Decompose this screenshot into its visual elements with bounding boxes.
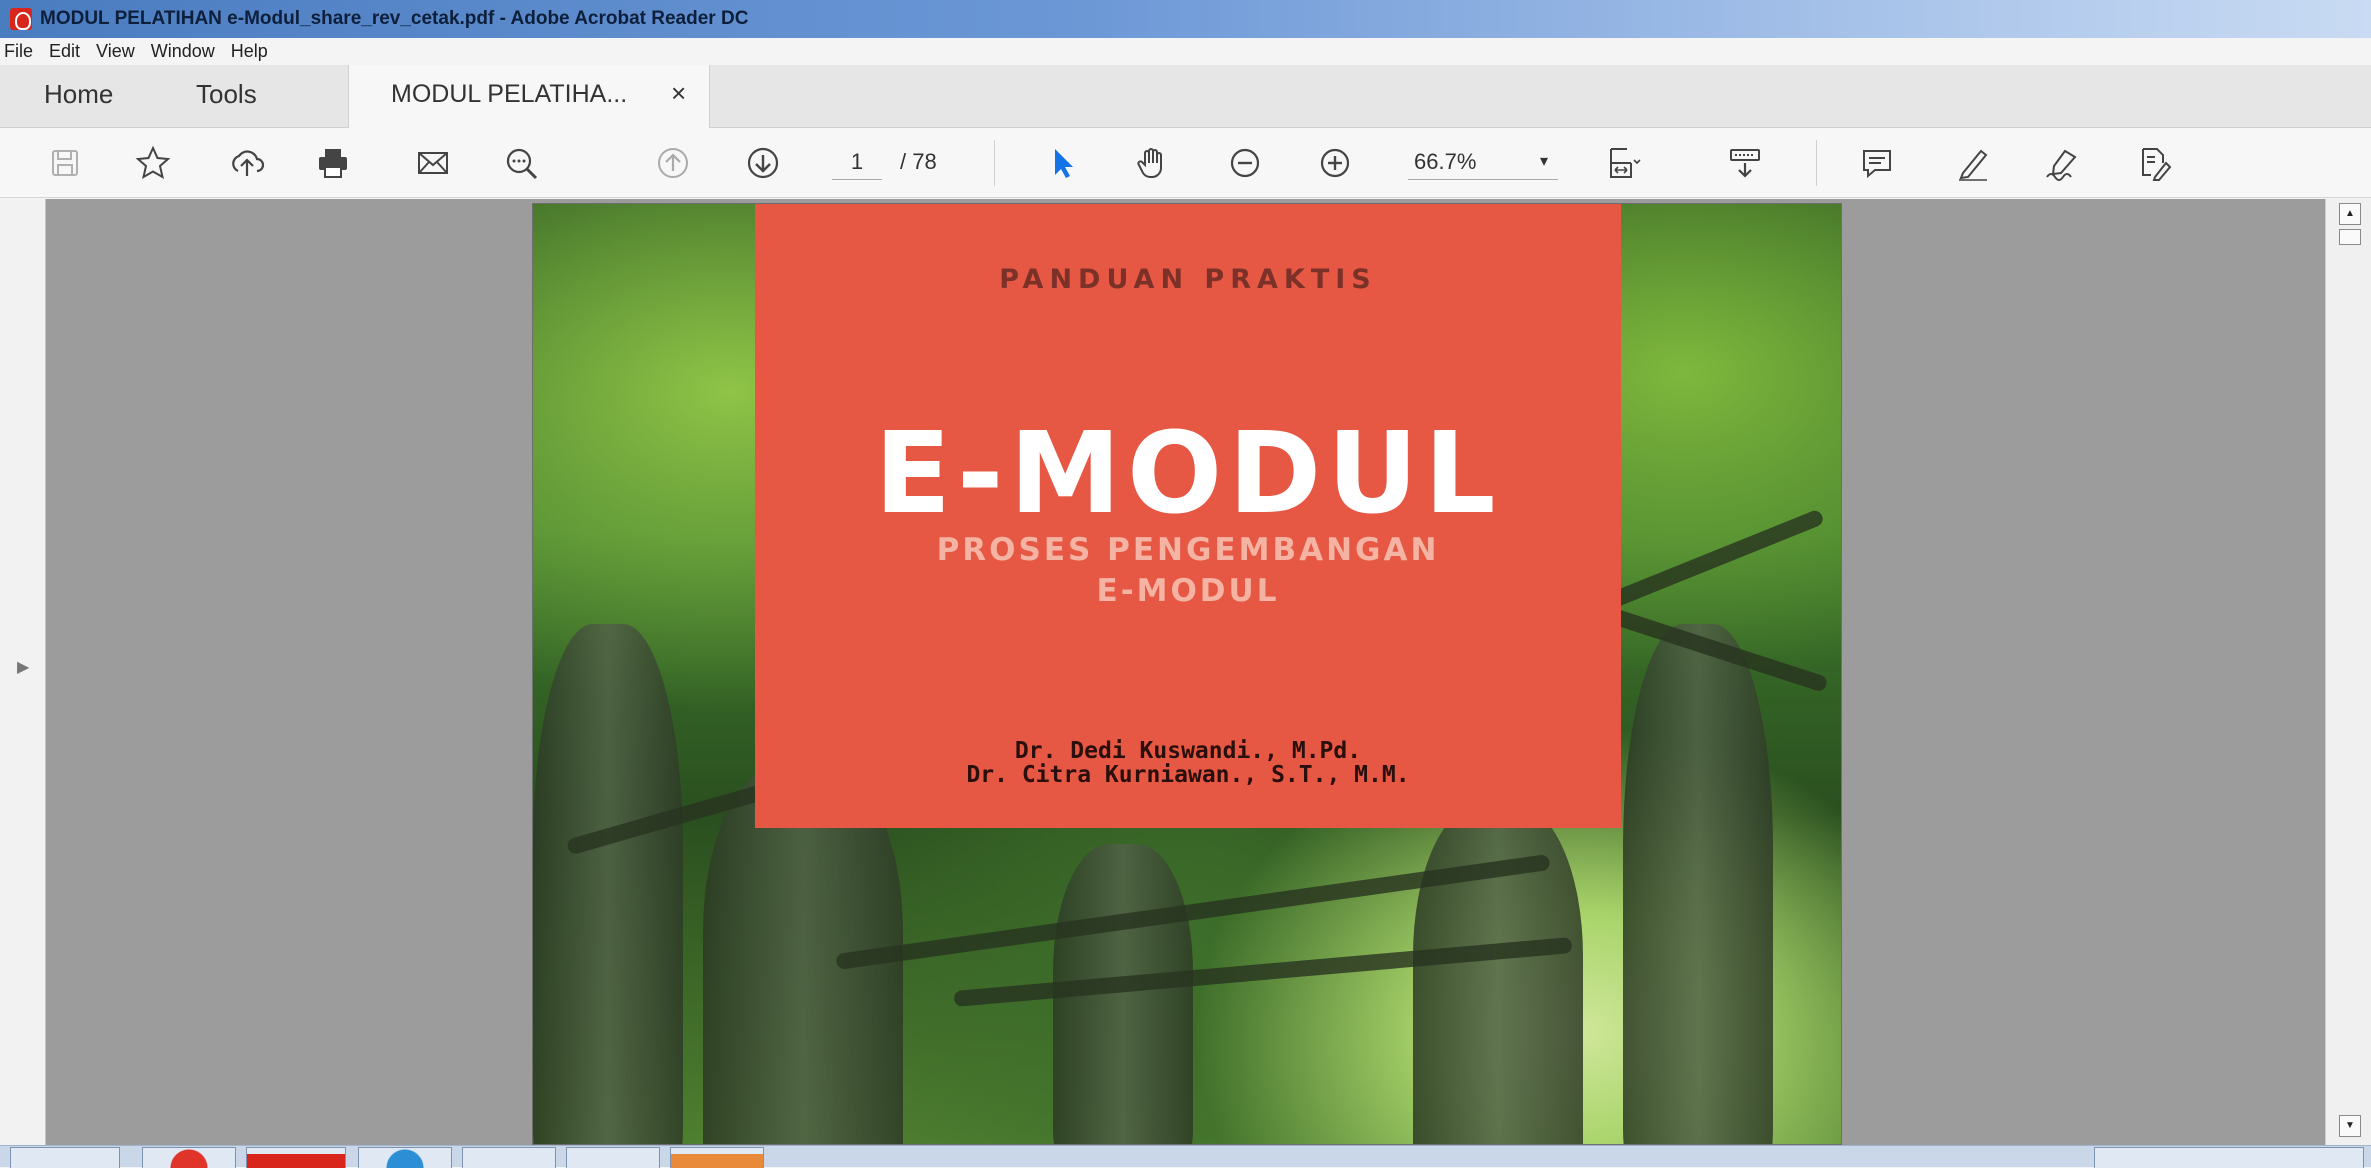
document-viewer[interactable]: ▶ PANDUAN PRAKTIS E-MODUL PROSES PENGEMB… bbox=[0, 199, 2371, 1145]
toolbar-separator bbox=[1816, 140, 1817, 186]
menu-help[interactable]: Help bbox=[231, 41, 268, 62]
tab-document[interactable]: MODUL PELATIHA... × bbox=[348, 65, 710, 128]
taskbar-item[interactable] bbox=[462, 1147, 556, 1168]
menu-view[interactable]: View bbox=[96, 41, 135, 62]
menu-window[interactable]: Window bbox=[151, 41, 215, 62]
menu-edit[interactable]: Edit bbox=[49, 41, 80, 62]
highlight-icon[interactable] bbox=[1950, 140, 1996, 186]
menu-file[interactable]: File bbox=[4, 41, 33, 62]
more-tools-icon[interactable] bbox=[2130, 140, 2176, 186]
taskbar-item[interactable] bbox=[142, 1147, 236, 1168]
taskbar-item[interactable] bbox=[566, 1147, 660, 1168]
tab-home[interactable]: Home bbox=[44, 79, 113, 110]
acrobat-app-icon bbox=[10, 8, 32, 30]
upload-cloud-icon[interactable] bbox=[224, 140, 270, 186]
cover-author-2: Dr. Citra Kurniawan., S.T., M.M. bbox=[966, 762, 1410, 788]
select-cursor-icon[interactable] bbox=[1040, 140, 1086, 186]
page-total: / 78 bbox=[900, 149, 937, 174]
comment-icon[interactable] bbox=[1854, 140, 1900, 186]
taskbar bbox=[0, 1145, 2371, 1168]
email-icon[interactable] bbox=[410, 140, 456, 186]
tree-trunk bbox=[1413, 804, 1583, 1144]
toolbar: 1 / 78 66.7% ▾ bbox=[0, 128, 2371, 198]
taskbar-item[interactable] bbox=[246, 1147, 346, 1168]
cover-title-panel: PANDUAN PRAKTIS E-MODUL PROSES PENGEMBAN… bbox=[755, 204, 1621, 828]
pdf-page: PANDUAN PRAKTIS E-MODUL PROSES PENGEMBAN… bbox=[532, 203, 1842, 1145]
cover-subtitle: PROSES PENGEMBANGAN E-MODUL bbox=[755, 530, 1621, 612]
taskbar-item[interactable] bbox=[358, 1147, 452, 1168]
fit-page-icon[interactable] bbox=[1600, 140, 1646, 186]
sign-icon[interactable] bbox=[2040, 140, 2086, 186]
print-icon[interactable] bbox=[310, 140, 356, 186]
taskbar-item[interactable] bbox=[10, 1147, 120, 1168]
hand-icon[interactable] bbox=[1130, 140, 1176, 186]
vertical-scrollbar[interactable]: ▲ ▼ bbox=[2325, 199, 2371, 1145]
cover-subtitle-line2: E-MODUL bbox=[1096, 573, 1280, 609]
taskbar-item[interactable] bbox=[2094, 1147, 2364, 1168]
window-title: MODUL PELATIHAN e-Modul_share_rev_cetak.… bbox=[40, 8, 749, 29]
taskbar-item[interactable] bbox=[670, 1147, 764, 1168]
tab-close-icon[interactable]: × bbox=[671, 78, 686, 109]
zoom-in-icon[interactable] bbox=[1312, 140, 1358, 186]
tree-trunk bbox=[533, 624, 683, 1144]
tree-trunk bbox=[1623, 624, 1773, 1144]
expand-arrow-icon: ▶ bbox=[17, 659, 30, 676]
cover-kicker: PANDUAN PRAKTIS bbox=[999, 264, 1377, 295]
cover-authors: Dr. Dedi Kuswandi., M.Pd. Dr. Citra Kurn… bbox=[755, 739, 1621, 787]
next-page-icon[interactable] bbox=[740, 140, 786, 186]
scroll-mode-icon[interactable] bbox=[1722, 140, 1768, 186]
navigation-pane-toggle[interactable]: ▶ bbox=[0, 199, 46, 1145]
zoom-select[interactable]: 66.7% ▾ bbox=[1408, 144, 1558, 180]
tab-document-label: MODUL PELATIHA... bbox=[391, 80, 628, 108]
save-icon[interactable] bbox=[42, 140, 88, 186]
tab-bar: Home Tools MODUL PELATIHA... × bbox=[0, 65, 2371, 128]
zoom-value: 66.7% bbox=[1414, 149, 1477, 174]
cover-author-1: Dr. Dedi Kuswandi., M.Pd. bbox=[1014, 738, 1362, 764]
scroll-down-icon[interactable]: ▼ bbox=[2339, 1115, 2361, 1137]
window-titlebar: MODUL PELATIHAN e-Modul_share_rev_cetak.… bbox=[0, 0, 2371, 38]
chevron-down-icon: ▾ bbox=[1539, 153, 1548, 170]
toolbar-separator bbox=[994, 140, 995, 186]
tab-tools[interactable]: Tools bbox=[196, 79, 257, 110]
zoom-out-icon[interactable] bbox=[1222, 140, 1268, 186]
page-number-input[interactable]: 1 bbox=[832, 144, 882, 180]
menu-bar: File Edit View Window Help bbox=[0, 38, 2371, 65]
scrollbar-thumb[interactable] bbox=[2339, 229, 2361, 245]
find-zoom-icon[interactable] bbox=[498, 140, 544, 186]
scroll-up-icon[interactable]: ▲ bbox=[2339, 203, 2361, 225]
bookmark-star-icon[interactable] bbox=[130, 140, 176, 186]
cover-title: E-MODUL bbox=[874, 409, 1502, 539]
cover-subtitle-line1: PROSES PENGEMBANGAN bbox=[936, 532, 1440, 568]
previous-page-icon[interactable] bbox=[650, 140, 696, 186]
